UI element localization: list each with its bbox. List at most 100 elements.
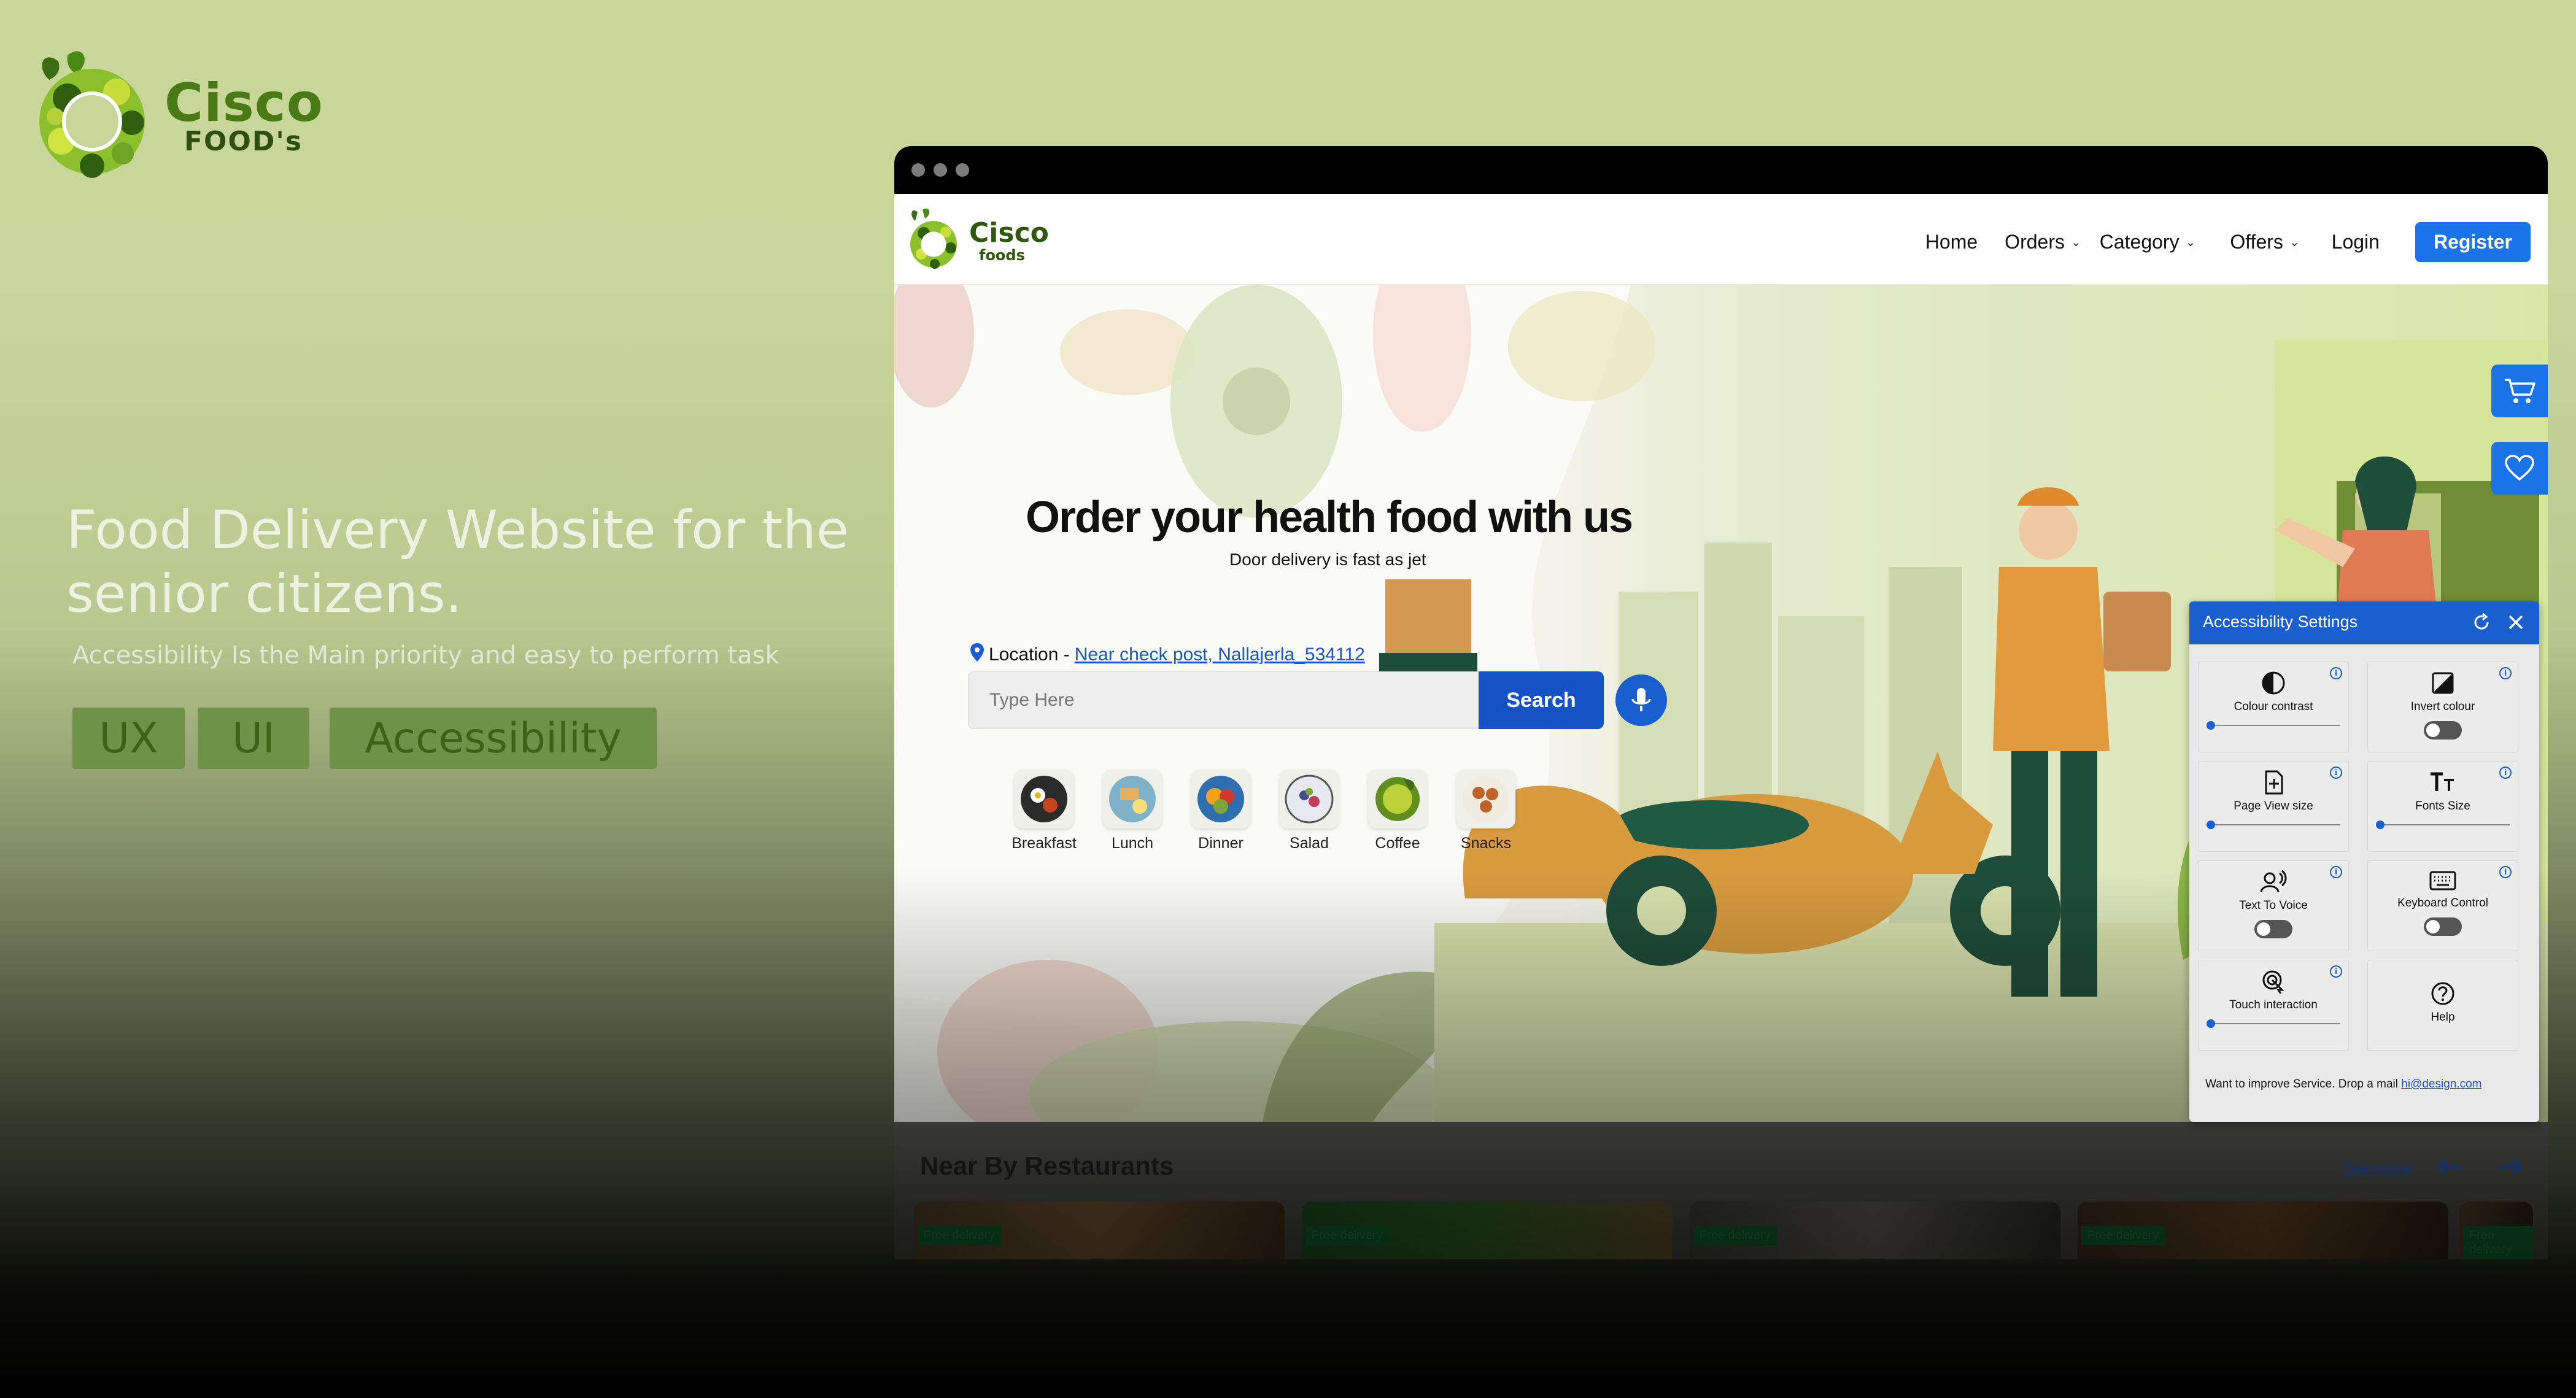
- nav-login-label: Login: [2331, 231, 2380, 253]
- tile-help[interactable]: Help: [2367, 960, 2518, 1051]
- window-dot[interactable]: [934, 163, 947, 177]
- tile-keyboard-control[interactable]: i Keyboard Control: [2367, 860, 2518, 951]
- site-logo-icon[interactable]: [908, 205, 963, 275]
- touch-interaction-slider[interactable]: [2207, 1019, 2340, 1028]
- search-button[interactable]: Search: [1479, 671, 1604, 729]
- cart-button[interactable]: [2491, 365, 2548, 417]
- touch-icon: [2262, 970, 2284, 994]
- near-by-title: Near By Restaurants: [920, 1151, 1174, 1180]
- breakfast-icon: [1015, 770, 1073, 828]
- location-link[interactable]: Near check post, Nallajerla_534112: [1075, 644, 1365, 665]
- window-dot[interactable]: [911, 163, 925, 177]
- keyboard-control-toggle[interactable]: [2424, 917, 2462, 936]
- category-dinner[interactable]: Dinner: [1191, 770, 1250, 852]
- window-dot[interactable]: [956, 163, 969, 177]
- category-breakfast[interactable]: Breakfast: [1011, 770, 1077, 852]
- next-arrow-button[interactable]: [2490, 1146, 2531, 1187]
- tile-touch-interaction[interactable]: i Touch interaction: [2198, 960, 2349, 1051]
- invert-colour-toggle[interactable]: [2424, 721, 2462, 740]
- nav-home[interactable]: Home: [1925, 231, 1978, 253]
- nav-links: Home Orders ⌄ Category ⌄ Offers ⌄ Login Reg…: [1893, 222, 2531, 262]
- voice-icon: [2260, 870, 2287, 892]
- restaurant-card[interactable]: Free delivery: [2459, 1202, 2533, 1259]
- tag-accessibility: Accessibility: [330, 708, 657, 769]
- wishlist-button[interactable]: [2491, 442, 2548, 495]
- footer-text: Want to improve Service. Drop a mail: [2205, 1078, 2398, 1091]
- presentation-brand-sub: FOOD's: [184, 126, 303, 157]
- info-icon[interactable]: i: [2330, 667, 2342, 679]
- see-more-link[interactable]: See more: [2343, 1159, 2412, 1178]
- footer-email-link[interactable]: hi@design.com: [2401, 1078, 2481, 1091]
- page-view-size-slider[interactable]: [2207, 821, 2340, 829]
- tile-label: Keyboard Control: [2397, 897, 2488, 909]
- cart-icon: [2505, 379, 2535, 403]
- voice-search-button[interactable]: [1615, 674, 1667, 726]
- website: Cisco foods Home Orders ⌄ Category ⌄ Offer…: [894, 194, 2548, 1259]
- free-delivery-badge: Free delivery: [2463, 1226, 2533, 1259]
- accessibility-panel-title: Accessibility Settings: [2203, 612, 2358, 631]
- tile-label: Help: [2431, 1011, 2455, 1024]
- tile-text-to-voice[interactable]: i Text To Voice: [2198, 860, 2349, 951]
- tile-colour-contrast[interactable]: i Colour contrast: [2198, 662, 2349, 752]
- arrow-right-icon: [2499, 1158, 2522, 1175]
- info-icon[interactable]: i: [2330, 866, 2342, 878]
- tag-ux: UX: [72, 708, 185, 769]
- category-snacks[interactable]: Snacks: [1456, 770, 1515, 852]
- info-icon[interactable]: i: [2499, 767, 2512, 779]
- tile-label: Fonts Size: [2415, 800, 2470, 813]
- near-by-section: Near By Restaurants See more Free delive…: [894, 1122, 2548, 1259]
- microphone-icon: [1631, 688, 1651, 711]
- arrow-left-icon: [2437, 1158, 2460, 1175]
- location-label: Location -: [989, 644, 1070, 665]
- location-row: Location - Near check post, Nallajerla_5…: [970, 643, 1365, 666]
- register-button[interactable]: Register: [2415, 222, 2531, 262]
- reset-icon[interactable]: [2472, 612, 2491, 635]
- nav-category-label: Category: [2099, 231, 2180, 253]
- tile-fonts-size[interactable]: i Fonts Size: [2367, 761, 2518, 852]
- salad-icon: [1280, 770, 1339, 828]
- chevron-down-icon: ⌄: [2289, 236, 2300, 249]
- category-salad[interactable]: Salad: [1280, 770, 1339, 852]
- colour-contrast-slider[interactable]: [2207, 721, 2340, 730]
- nav-offers[interactable]: Offers ⌄: [2230, 231, 2299, 253]
- restaurant-card[interactable]: Free delivery: [2078, 1202, 2448, 1259]
- info-icon[interactable]: i: [2330, 767, 2342, 779]
- tile-page-view-size[interactable]: i Page View size: [2198, 761, 2349, 852]
- tile-label: Invert colour: [2410, 700, 2475, 713]
- hero-title: Order your health food with us: [1026, 493, 1633, 542]
- fonts-size-slider[interactable]: [2376, 821, 2510, 829]
- site-navbar: Cisco foods Home Orders ⌄ Category ⌄ Offer…: [894, 194, 2548, 285]
- search-input[interactable]: [969, 672, 1479, 728]
- restaurant-card[interactable]: Free delivery: [914, 1202, 1285, 1259]
- text-to-voice-toggle[interactable]: [2254, 920, 2292, 938]
- nav-orders[interactable]: Orders ⌄: [2005, 231, 2081, 253]
- nav-offers-label: Offers: [2230, 231, 2283, 253]
- info-icon[interactable]: i: [2499, 866, 2512, 878]
- site-brand-name[interactable]: Cisco: [969, 217, 1049, 249]
- accessibility-panel: Accessibility Settings i Colour contrast…: [2189, 601, 2539, 1122]
- window-controls: [911, 163, 969, 177]
- category-label: Lunch: [1111, 835, 1154, 852]
- free-delivery-badge: Free delivery: [1305, 1226, 1389, 1245]
- tile-invert-colour[interactable]: i Invert colour: [2367, 662, 2518, 752]
- prev-arrow-button[interactable]: [2429, 1146, 2469, 1187]
- location-pin-icon: [970, 643, 984, 666]
- site-brand-sub: foods: [979, 247, 1025, 264]
- page-size-icon: [2265, 770, 2283, 795]
- category-lunch[interactable]: Lunch: [1103, 770, 1162, 852]
- search-box: [968, 671, 1480, 729]
- presentation-headline: Food Delivery Website for the senior cit…: [66, 498, 876, 626]
- browser-window: Cisco foods Home Orders ⌄ Category ⌄ Offer…: [894, 146, 2548, 1259]
- category-list: Breakfast Lunch Dinner Salad Coffee Snac…: [1011, 770, 1515, 852]
- restaurant-card[interactable]: Free delivery: [1690, 1202, 2060, 1259]
- close-icon[interactable]: [2506, 612, 2526, 635]
- nav-category[interactable]: Category ⌄: [2100, 231, 2196, 253]
- category-coffee[interactable]: Coffee: [1368, 770, 1427, 852]
- nav-login[interactable]: Login: [2332, 231, 2380, 253]
- tile-label: Text To Voice: [2239, 899, 2308, 912]
- restaurant-card[interactable]: Free delivery: [1302, 1202, 1673, 1259]
- lunch-icon: [1103, 770, 1162, 828]
- info-icon[interactable]: i: [2499, 667, 2512, 679]
- info-icon[interactable]: i: [2330, 965, 2342, 978]
- tile-label: Touch interaction: [2229, 998, 2318, 1011]
